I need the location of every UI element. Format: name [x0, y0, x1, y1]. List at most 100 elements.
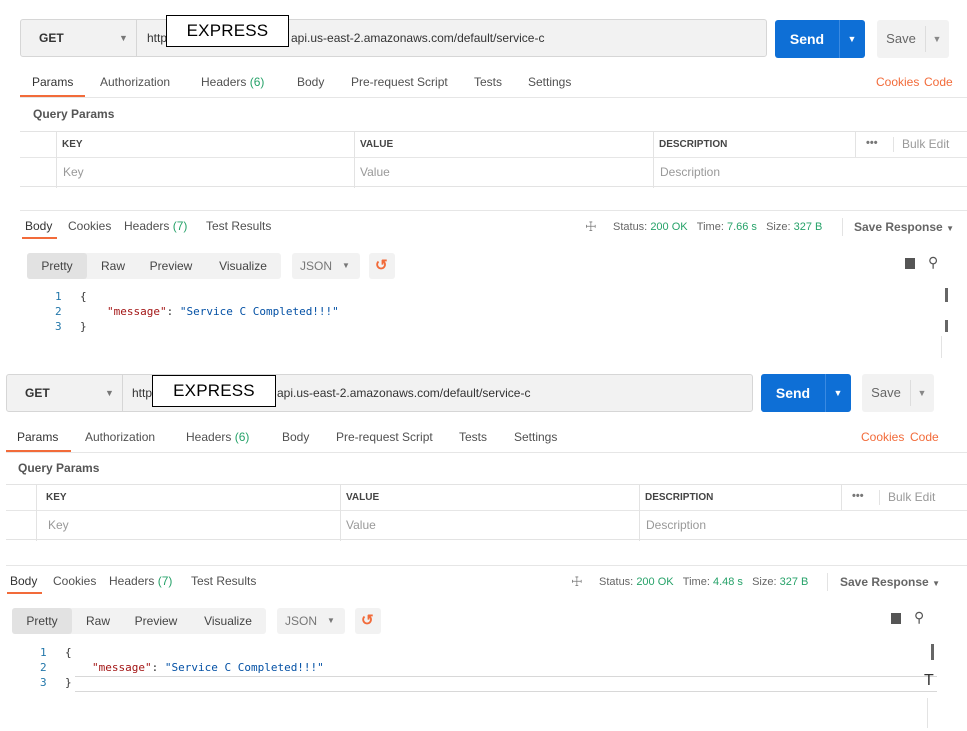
tab-body[interactable]: Body — [282, 422, 309, 452]
save-response-button[interactable]: Save Response ▼ — [840, 575, 940, 589]
tab-params[interactable]: Params — [32, 67, 73, 97]
chevron-down-icon[interactable]: ▼ — [925, 20, 949, 58]
description-input[interactable]: Description — [660, 165, 720, 179]
json-line: "message": "Service C Completed!!!" — [107, 305, 339, 318]
preview-button[interactable]: Preview — [139, 253, 203, 279]
send-label: Send — [789, 31, 825, 47]
search-icon[interactable]: ⚲ — [928, 254, 938, 271]
tab-settings[interactable]: Settings — [514, 422, 557, 452]
visualize-button[interactable]: Visualize — [190, 608, 266, 634]
response-tab-headers[interactable]: Headers (7) — [109, 566, 172, 596]
more-options-icon[interactable]: ••• — [866, 137, 878, 149]
raw-button[interactable]: Raw — [89, 253, 137, 279]
url-input[interactable]: api.us-east-2.amazonaws.com/default/serv… — [277, 375, 530, 411]
preview-button[interactable]: Preview — [124, 608, 188, 634]
response-status-bar: Status: 200 OK Time: 4.48 s Size: 327 B — [599, 576, 808, 588]
code-link[interactable]: Code — [924, 67, 953, 97]
more-options-icon[interactable]: ••• — [852, 490, 864, 502]
pretty-button[interactable]: Pretty — [12, 608, 72, 634]
chevron-down-icon[interactable]: ▼ — [839, 20, 865, 58]
scrollbar[interactable] — [945, 320, 948, 332]
response-tab-test-results[interactable]: Test Results — [191, 566, 256, 596]
chevron-down-icon[interactable]: ▼ — [105, 375, 114, 411]
size-value[interactable]: 327 B — [780, 576, 809, 588]
tab-params[interactable]: Params — [17, 422, 58, 452]
response-tab-headers[interactable]: Headers (7) — [124, 211, 187, 241]
bulk-edit-link[interactable]: Bulk Edit — [888, 490, 935, 504]
cookies-link[interactable]: Cookies — [861, 422, 904, 452]
scrollbar[interactable] — [931, 644, 934, 660]
chevron-down-icon: ▼ — [327, 616, 335, 625]
globe-lock-icon[interactable]: ☩ — [585, 219, 597, 235]
time-value[interactable]: 7.66 s — [727, 221, 757, 233]
key-input[interactable]: Key — [48, 518, 69, 532]
tab-settings[interactable]: Settings — [528, 67, 571, 97]
chevron-down-icon: ▼ — [946, 224, 954, 233]
wrap-lines-button[interactable]: ↺ — [355, 608, 381, 634]
method-label: GET — [39, 31, 64, 45]
tab-tests[interactable]: Tests — [459, 422, 487, 452]
chevron-down-icon[interactable]: ▼ — [119, 20, 128, 56]
url-bar: GET ▼ http api.us-east-2.amazonaws.com/d… — [20, 19, 767, 57]
copy-icon[interactable] — [891, 613, 901, 624]
status-value[interactable]: 200 OK — [636, 576, 673, 588]
globe-lock-icon[interactable]: ☩ — [571, 574, 583, 590]
save-button[interactable]: Save ▼ — [877, 20, 949, 58]
chevron-down-icon[interactable]: ▼ — [910, 374, 934, 412]
save-button[interactable]: Save ▼ — [862, 374, 934, 412]
raw-button[interactable]: Raw — [74, 608, 122, 634]
key-input[interactable]: Key — [63, 165, 84, 179]
column-header-key: KEY — [62, 139, 83, 150]
request-panel-2: GET ▼ https api.us-east-2.amazonaws.com/… — [0, 358, 967, 731]
search-icon[interactable]: ⚲ — [914, 609, 924, 626]
tab-pre-request-script[interactable]: Pre-request Script — [351, 67, 448, 97]
response-tab-cookies[interactable]: Cookies — [53, 566, 96, 596]
format-select[interactable]: JSON ▼ — [277, 608, 345, 634]
value-input[interactable]: Value — [360, 165, 390, 179]
line-number: 2 — [55, 305, 62, 318]
column-header-value: VALUE — [360, 139, 394, 150]
response-tab-cookies[interactable]: Cookies — [68, 211, 111, 241]
tab-authorization[interactable]: Authorization — [100, 67, 170, 97]
divider — [893, 137, 894, 152]
bulk-edit-link[interactable]: Bulk Edit — [902, 137, 949, 151]
send-button[interactable]: Send ▼ — [761, 374, 851, 412]
url-input-prefix[interactable]: http — [147, 20, 167, 56]
size-value[interactable]: 327 B — [794, 221, 823, 233]
query-params-table: KEY VALUE DESCRIPTION ••• Bulk Edit Key … — [6, 484, 967, 541]
line-number: 1 — [40, 646, 47, 659]
send-button[interactable]: Send ▼ — [775, 20, 865, 58]
tab-body[interactable]: Body — [297, 67, 324, 97]
time-value[interactable]: 4.48 s — [713, 576, 743, 588]
chevron-down-icon[interactable]: ▼ — [825, 374, 851, 412]
save-response-button[interactable]: Save Response ▼ — [854, 220, 954, 234]
description-input[interactable]: Description — [646, 518, 706, 532]
divider — [941, 336, 942, 358]
status-value[interactable]: 200 OK — [650, 221, 687, 233]
code-link[interactable]: Code — [910, 422, 939, 452]
line-number: 3 — [55, 320, 62, 333]
visualize-button[interactable]: Visualize — [205, 253, 281, 279]
pretty-button[interactable]: Pretty — [27, 253, 87, 279]
cookies-link[interactable]: Cookies — [876, 67, 919, 97]
format-select[interactable]: JSON ▼ — [292, 253, 360, 279]
response-tab-test-results[interactable]: Test Results — [206, 211, 271, 241]
url-input[interactable]: api.us-east-2.amazonaws.com/default/serv… — [291, 20, 544, 56]
tab-headers[interactable]: Headers (6) — [201, 67, 264, 97]
tab-headers-label: Headers — [186, 430, 232, 444]
copy-icon[interactable] — [905, 258, 915, 269]
tab-pre-request-script[interactable]: Pre-request Script — [336, 422, 433, 452]
method-select[interactable]: GET — [39, 20, 109, 56]
response-tab-headers-label: Headers — [109, 574, 155, 588]
express-overlay-label: EXPRESS — [152, 375, 276, 407]
tab-authorization[interactable]: Authorization — [85, 422, 155, 452]
json-close-brace: } — [80, 320, 87, 333]
tab-tests[interactable]: Tests — [474, 67, 502, 97]
value-input[interactable]: Value — [346, 518, 376, 532]
scrollbar[interactable] — [945, 288, 948, 302]
wrap-lines-button[interactable]: ↺ — [369, 253, 395, 279]
json-key: "message" — [92, 661, 152, 674]
tab-headers[interactable]: Headers (6) — [186, 422, 249, 452]
method-select[interactable]: GET — [25, 375, 95, 411]
format-select-value: JSON — [299, 259, 332, 273]
